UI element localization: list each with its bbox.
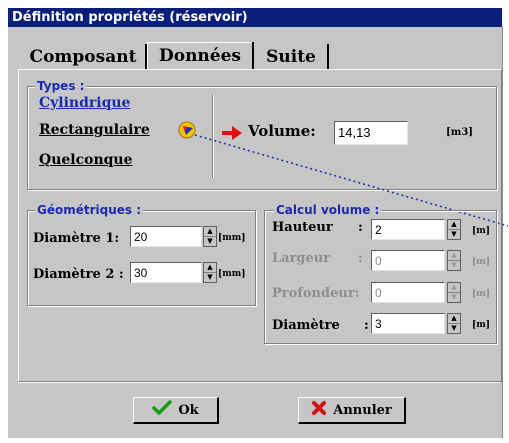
profondeur-field[interactable]: 0 [371,282,445,303]
tab-suite-label: Suite [266,47,316,67]
spin-up-icon[interactable]: ▲ [448,314,460,324]
hauteur-stepper[interactable]: ▲ ▼ [447,219,461,240]
type-quelconque-link[interactable]: Quelconque [39,152,133,168]
check-icon [152,400,173,420]
geometriques-group-title: Géométriques : [35,203,144,217]
spin-down-icon[interactable]: ▼ [204,273,216,282]
hauteur-label: Hauteur [272,220,333,235]
ok-button-label: Ok [178,402,199,418]
diametre2-unit: [mm] [218,269,246,279]
diametre1-field[interactable]: 20 [130,226,202,247]
tab-composant-label: Composant [29,47,137,67]
tab-divider [252,42,254,69]
profondeur-unit: [m] [472,289,491,299]
diametre2-stepper[interactable]: ▲ ▼ [203,262,217,283]
hauteur-colon: : [358,220,363,235]
window-title: Définition propriétés (réservoir) [12,10,248,25]
largeur-stepper[interactable]: ▲ ▼ [447,250,461,271]
volume-label: Volume: [248,122,316,140]
types-group-title: Types : [35,79,87,93]
spin-down-icon[interactable]: ▼ [204,237,216,246]
cross-icon [311,400,327,420]
largeur-field[interactable]: 0 [371,250,445,271]
spin-up-icon[interactable]: ▲ [448,220,460,230]
tab-suite[interactable]: Suite [256,44,326,71]
app-window: Définition propriétés (réservoir) Compos… [0,0,509,443]
diametre1-label: Diamètre 1: [33,231,120,246]
spin-down-icon[interactable]: ▼ [448,293,460,302]
hauteur-field[interactable]: 2 [371,219,445,240]
calcul-volume-group-title: Calcul volume : [274,203,382,217]
cancel-button[interactable]: Annuler [298,397,406,424]
arrow-right-icon [222,125,242,140]
geometriques-group [27,210,256,306]
spin-down-icon[interactable]: ▼ [448,261,460,270]
profondeur-label: Profondeur: [272,286,360,301]
tab-composant[interactable]: Composant [22,44,144,71]
type-cylindrique-link[interactable]: Cylindrique [39,95,130,111]
cancel-button-label: Annuler [333,402,392,418]
volume-unit: [m3] [446,127,474,138]
ok-button[interactable]: Ok [133,397,219,424]
diametre2-field[interactable]: 30 [130,262,202,283]
spin-up-icon[interactable]: ▲ [204,227,216,237]
diametre-stepper[interactable]: ▲ ▼ [447,313,461,334]
diametre-label: Diamètre [272,318,340,333]
diametre-field[interactable]: 3 [371,313,445,334]
footer-divider [18,381,500,383]
diametre-colon: : [364,318,369,333]
diametre1-unit: [mm] [218,233,246,243]
volume-field[interactable]: 14,13 [334,121,408,145]
spin-down-icon[interactable]: ▼ [448,324,460,333]
diametre-unit: [m] [472,320,491,330]
tab-donnees[interactable]: Données [147,42,252,70]
tab-divider [327,44,329,69]
tab-donnees-label: Données [158,46,241,66]
diametre1-stepper[interactable]: ▲ ▼ [203,226,217,247]
largeur-colon: : [358,251,363,266]
spin-up-icon[interactable]: ▲ [448,251,460,261]
hauteur-unit: [m] [472,226,491,236]
type-rectangulaire-link[interactable]: Rectangulaire [39,122,150,138]
largeur-label: Largeur [272,251,331,266]
diametre2-label: Diamètre 2 : [33,267,124,282]
title-bar: Définition propriétés (réservoir) [8,8,502,27]
spin-up-icon[interactable]: ▲ [448,283,460,293]
spin-down-icon[interactable]: ▼ [448,230,460,239]
profondeur-stepper[interactable]: ▲ ▼ [447,282,461,303]
largeur-unit: [m] [472,257,491,267]
spin-up-icon[interactable]: ▲ [204,263,216,273]
